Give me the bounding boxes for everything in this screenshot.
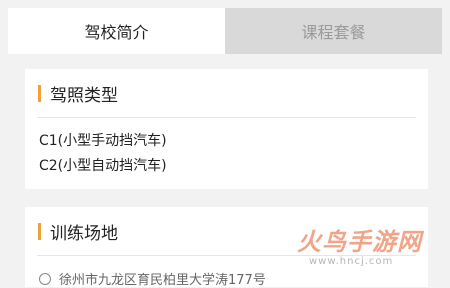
license-type-card: 驾照类型 C1(小型手动挡汽车) C2(小型自动挡汽车) — [25, 69, 428, 189]
venue-section-title: 训练场地 — [50, 223, 118, 244]
accent-bar — [38, 222, 41, 240]
tab-bar: 驾校简介 课程套餐 — [8, 8, 442, 54]
tab-school-intro[interactable]: 驾校简介 — [8, 8, 225, 54]
divider — [37, 117, 416, 118]
tab-course-packages[interactable]: 课程套餐 — [225, 8, 442, 54]
venue-section-header: 训练场地 — [25, 207, 428, 255]
divider — [37, 255, 416, 256]
training-venue-card: 训练场地 徐州市九龙区育民柏里大学涛177号 — [25, 207, 428, 288]
accent-bar — [38, 84, 41, 102]
license-section-header: 驾照类型 — [25, 69, 428, 117]
license-type-item: C2(小型自动挡汽车) — [39, 158, 167, 174]
license-section-title: 驾照类型 — [50, 85, 118, 106]
license-type-list: C1(小型手动挡汽车) C2(小型自动挡汽车) — [39, 129, 167, 179]
license-type-item: C1(小型手动挡汽车) — [39, 133, 167, 149]
